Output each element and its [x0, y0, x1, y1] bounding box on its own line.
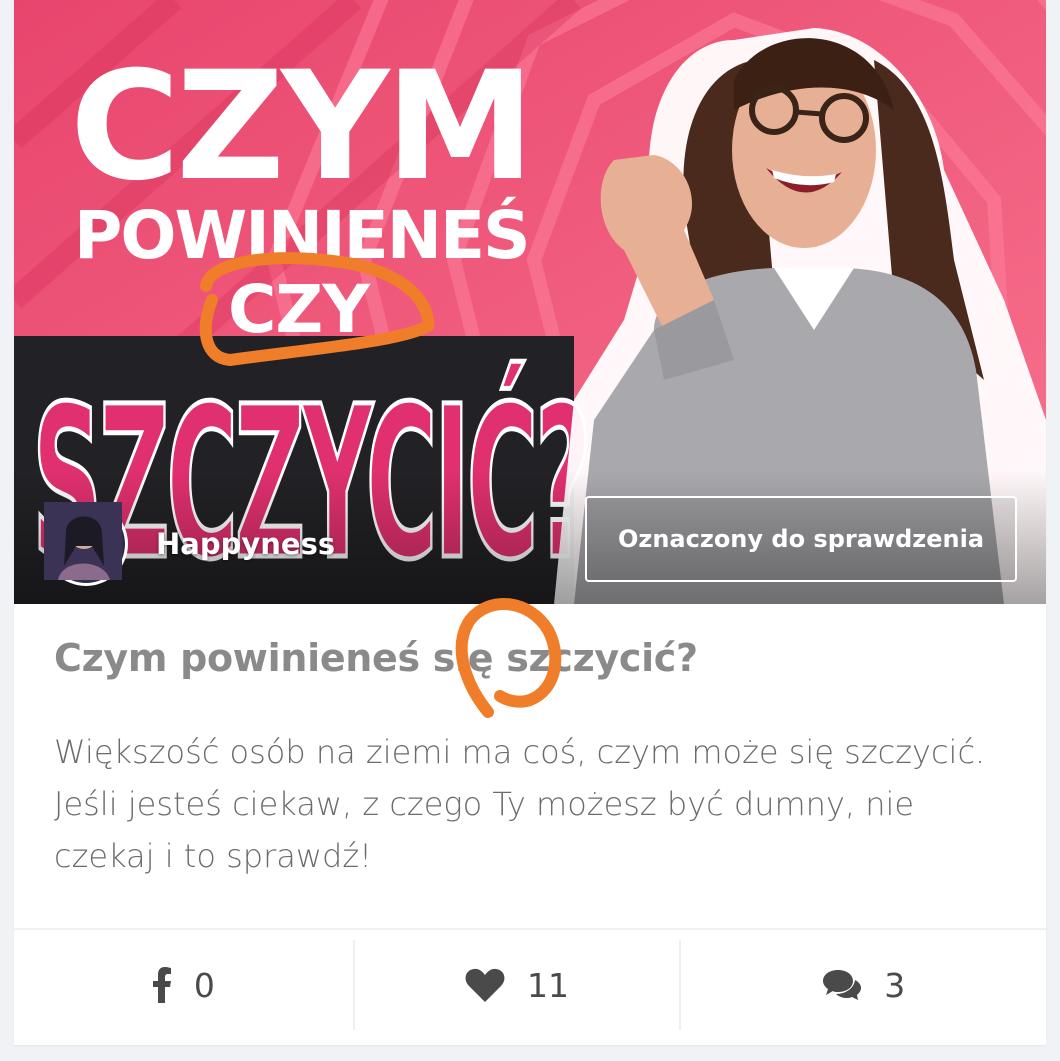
headline-powinienes: POWINIENEŚ: [74, 197, 529, 274]
divider: [14, 928, 1046, 930]
quiz-title[interactable]: Czym powinieneś się szczycić?: [54, 636, 698, 680]
facebook-icon: [152, 967, 171, 1003]
facebook-share-button[interactable]: 0: [14, 940, 353, 1030]
like-button[interactable]: 11: [352, 940, 680, 1030]
quiz-cover-image[interactable]: CZYM POWINIENEŚ CZY SZCZYCIĆ?: [14, 0, 1046, 604]
heart-icon: [465, 968, 505, 1002]
like-count: 11: [527, 965, 570, 1005]
facebook-share-count: 0: [193, 965, 215, 1005]
comments-button[interactable]: 3: [679, 940, 1046, 1030]
headline-czym: CZYM: [70, 40, 531, 214]
comment-count: 3: [884, 965, 906, 1005]
quiz-description: Większość osób na ziemi ma coś, czym moż…: [54, 733, 986, 875]
author-name[interactable]: Happyness: [156, 527, 335, 561]
action-bar: 0 11 3: [14, 940, 1046, 1030]
quiz-card[interactable]: CZYM POWINIENEŚ CZY SZCZYCIĆ?: [14, 0, 1046, 1045]
user-avatar-icon[interactable]: [44, 502, 128, 586]
headline-czy: CZY: [228, 271, 371, 348]
author-info[interactable]: Happyness: [44, 502, 335, 586]
flagged-for-review-badge: Oznaczony do sprawdzenia: [585, 496, 1017, 582]
comments-icon: [823, 970, 862, 1000]
